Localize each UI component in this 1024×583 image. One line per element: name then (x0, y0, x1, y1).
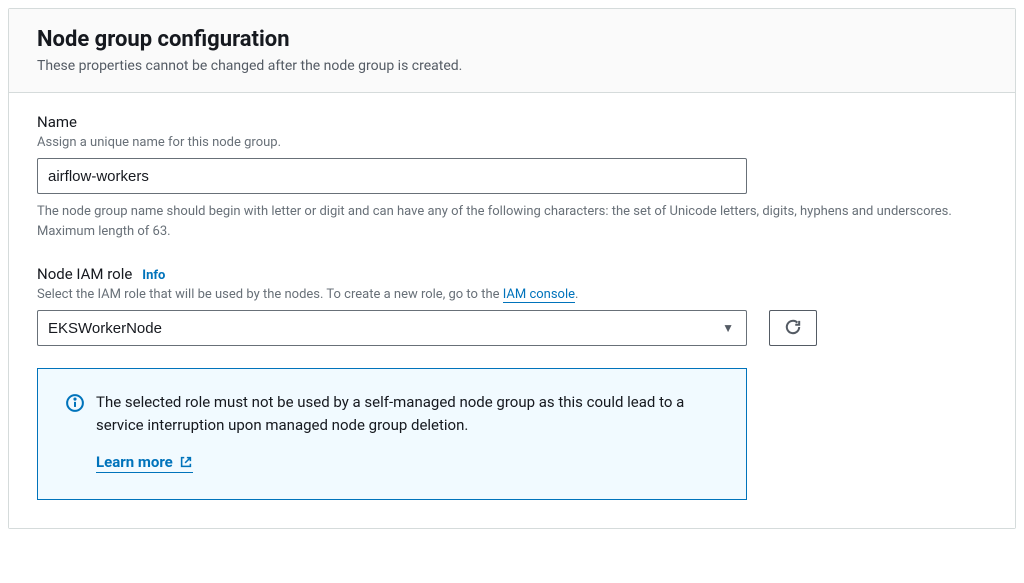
panel-title: Node group configuration (37, 27, 987, 52)
iam-role-info-box: The selected role must not be used by a … (37, 368, 747, 500)
refresh-button[interactable] (769, 310, 817, 346)
info-box-text: The selected role must not be used by a … (96, 391, 718, 436)
iam-role-select-value: EKSWorkerNode (48, 320, 162, 337)
name-field-group: Name Assign a unique name for this node … (37, 113, 987, 241)
learn-more-label: Learn more (96, 453, 173, 471)
name-field-label: Name (37, 113, 987, 131)
iam-role-select-wrap: EKSWorkerNode ▼ (37, 310, 747, 346)
iam-role-description: Select the IAM role that will be used by… (37, 287, 987, 302)
panel-header: Node group configuration These propertie… (9, 9, 1015, 93)
panel-subtitle: These properties cannot be changed after… (37, 58, 987, 74)
caret-down-icon: ▼ (722, 321, 734, 335)
iam-role-select[interactable]: EKSWorkerNode ▼ (37, 310, 747, 346)
name-field-hint: The node group name should begin with le… (37, 202, 987, 241)
iam-role-field-label-row: Node IAM role Info (37, 265, 987, 283)
iam-role-desc-suffix: . (575, 287, 578, 302)
iam-role-select-row: EKSWorkerNode ▼ (37, 310, 987, 346)
info-box-content: The selected role must not be used by a … (96, 391, 718, 473)
iam-role-label: Node IAM role (37, 265, 132, 283)
node-group-config-panel: Node group configuration These propertie… (8, 8, 1016, 529)
name-input[interactable] (37, 158, 747, 194)
refresh-icon (784, 318, 802, 339)
iam-console-link[interactable]: IAM console (503, 287, 575, 303)
name-field-description: Assign a unique name for this node group… (37, 135, 987, 150)
learn-more-link[interactable]: Learn more (96, 453, 193, 473)
external-link-icon (179, 455, 193, 469)
iam-role-field-group: Node IAM role Info Select the IAM role t… (37, 265, 987, 500)
iam-role-info-link[interactable]: Info (142, 268, 165, 283)
info-icon (66, 394, 84, 416)
panel-body: Name Assign a unique name for this node … (9, 93, 1015, 528)
iam-role-desc-prefix: Select the IAM role that will be used by… (37, 287, 503, 302)
